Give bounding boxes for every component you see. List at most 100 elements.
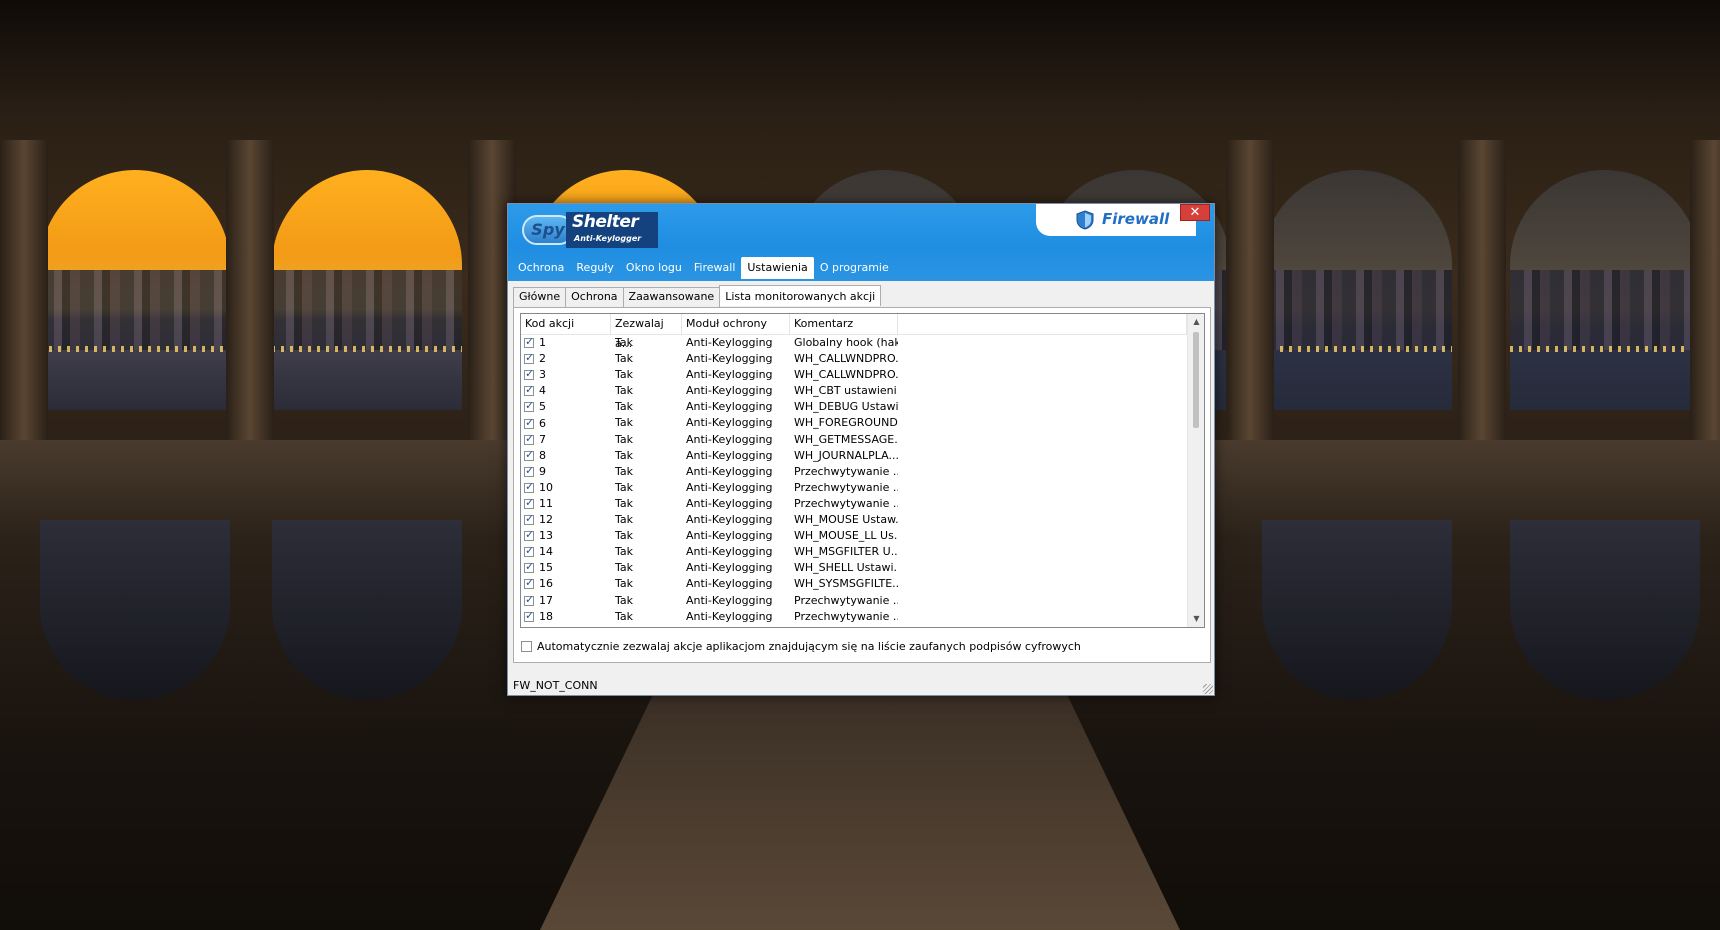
row-checkbox[interactable] — [524, 464, 534, 479]
menu-item-o-programie[interactable]: O programie — [814, 257, 895, 279]
scroll-down-arrow-icon[interactable]: ▼ — [1188, 611, 1204, 627]
row-checkbox[interactable] — [524, 399, 534, 414]
cell-komentarz: WH_MSGFILTER U... — [794, 545, 898, 559]
firewall-status-badge[interactable]: Firewall — [1036, 204, 1196, 236]
table-row[interactable]: 14 Tak Anti-Keylogging WH_MSGFILTER U... — [521, 544, 1187, 560]
cell-modul-ochrony: Anti-Keylogging — [686, 448, 773, 462]
table-row[interactable]: 5 Tak Anti-Keylogging WH_DEBUG Ustawi... — [521, 399, 1187, 415]
cell-zezwalaj: Tak — [615, 416, 634, 430]
table-row[interactable]: 4 Tak Anti-Keylogging WH_CBT ustawieni... — [521, 383, 1187, 399]
table-row[interactable]: 18TakAnti-KeyloggingPrzechwytywanie ... — [521, 609, 1187, 625]
table-row[interactable]: 1 Tak Anti-Keylogging Globalny hook (hak... — [521, 335, 1187, 351]
cell-kod-akcji: 7 — [521, 432, 611, 448]
logo-shelter-text: Shelter — [572, 212, 639, 232]
auto-allow-option[interactable]: Automatycznie zezwalaj akcje aplikacjom … — [521, 638, 1081, 654]
tab-zaawansowane[interactable]: Zaawansowane — [622, 287, 721, 307]
menu-item-okno-logu[interactable]: Okno logu — [620, 257, 688, 279]
cell-code-text: 10 — [539, 480, 553, 494]
wallpaper-arch — [40, 170, 230, 410]
cell-zezwalaj: Tak — [615, 384, 634, 398]
cell-modul-ochrony: Anti-Keylogging — [686, 432, 773, 446]
cell-code-text: 11 — [539, 496, 553, 510]
row-checkbox[interactable] — [524, 415, 534, 431]
auto-allow-checkbox[interactable] — [521, 640, 532, 652]
cell-code-text: 4 — [539, 384, 546, 398]
settings-content: Główne Ochrona Zaawansowane Lista monito… — [508, 281, 1214, 695]
cell-code-text: 9 — [539, 464, 546, 478]
menu-item-ochrona[interactable]: Ochrona — [512, 257, 570, 279]
wallpaper-pillar — [1226, 140, 1274, 440]
table-row[interactable]: 9 Tak Anti-Keylogging Przechwytywanie ... — [521, 464, 1187, 480]
row-checkbox[interactable] — [524, 496, 534, 511]
cell-modul-ochrony: Anti-Keylogging — [686, 480, 773, 494]
window-header[interactable]: Spy Shelter Anti-Keylogger Firewall ✕ Oc… — [508, 204, 1214, 281]
cell-komentarz: WH_SHELL Ustawi... — [794, 561, 898, 575]
table-row[interactable]: 19 TakAnti-KeyloggingPrzechwytywanie ... — [521, 625, 1187, 627]
cell-kod-akcji: 11 — [521, 496, 611, 512]
scroll-up-arrow-icon[interactable]: ▲ — [1188, 314, 1204, 330]
menu-item-reguly[interactable]: Reguły — [570, 257, 620, 279]
table-row[interactable]: 8 Tak Anti-Keylogging WH_JOURNALPLA... — [521, 448, 1187, 464]
cell-zezwalaj: Tak — [615, 480, 634, 494]
table-row[interactable]: 12 Tak Anti-Keylogging WH_MOUSE Ustaw... — [521, 512, 1187, 528]
cell-zezwalaj: Tak — [615, 593, 634, 607]
cell-modul-ochrony: Anti-Keylogging — [686, 513, 773, 527]
tab-ochrona[interactable]: Ochrona — [565, 287, 624, 307]
row-checkbox[interactable] — [524, 544, 534, 559]
row-checkbox[interactable] — [524, 560, 534, 575]
cell-kod-akcji: 10 — [521, 480, 611, 496]
row-checkbox[interactable] — [524, 528, 534, 543]
table-row[interactable]: 7 Tak Anti-Keylogging WH_GETMESSAGE... — [521, 432, 1187, 448]
table-row[interactable]: 2 Tak Anti-Keylogging WH_CALLWNDPRO... — [521, 351, 1187, 367]
shield-icon — [1076, 210, 1094, 230]
auto-allow-label: Automatycznie zezwalaj akcje aplikacjom … — [537, 639, 1081, 653]
table-row[interactable]: 3 Tak Anti-Keylogging WH_CALLWNDPRO... — [521, 367, 1187, 383]
cell-kod-akcji: 18 — [521, 609, 611, 625]
table-scrollbar[interactable]: ▲ ▼ — [1187, 314, 1204, 627]
tab-glowne[interactable]: Główne — [513, 287, 567, 307]
table-row[interactable]: 11 Tak Anti-Keylogging Przechwytywanie ... — [521, 496, 1187, 512]
row-checkbox[interactable] — [524, 351, 534, 366]
cell-kod-akcji: 16 — [521, 576, 611, 592]
column-header-kod-akcji[interactable]: Kod akcji — [521, 314, 611, 334]
row-checkbox[interactable] — [524, 512, 534, 527]
table-row[interactable]: 17 Tak Anti-Keylogging Przechwytywanie ... — [521, 593, 1187, 609]
cell-modul-ochrony: Anti-Keylogging — [686, 609, 773, 623]
cell-zezwalaj: Tak — [615, 561, 634, 575]
row-checkbox[interactable] — [524, 448, 534, 463]
table-row[interactable]: 13 Tak Anti-Keylogging WH_MOUSE_LL Us... — [521, 528, 1187, 544]
table-row[interactable]: 6 Tak Anti-Keylogging WH_FOREGROUND... — [521, 415, 1187, 431]
cell-komentarz: Przechwytywanie ... — [794, 609, 898, 623]
tab-lista-monitorowanych-akcji[interactable]: Lista monitorowanych akcji — [719, 285, 882, 306]
row-checkbox[interactable] — [524, 593, 534, 608]
close-button[interactable]: ✕ — [1180, 204, 1210, 221]
menu-item-ustawienia[interactable]: Ustawienia — [741, 257, 814, 279]
row-checkbox[interactable] — [524, 480, 534, 495]
column-header-empty — [898, 314, 1187, 334]
scroll-thumb[interactable] — [1193, 332, 1199, 428]
row-checkbox[interactable] — [524, 576, 534, 591]
column-header-zezwalaj[interactable]: Zezwalaj a... — [611, 314, 682, 350]
cell-zezwalaj: Tak — [615, 529, 634, 543]
row-checkbox[interactable] — [524, 367, 534, 382]
cell-kod-akcji: 8 — [521, 448, 611, 464]
table-row[interactable]: 10 Tak Anti-Keylogging Przechwytywanie ... — [521, 480, 1187, 496]
status-text: FW_NOT_CONN — [513, 679, 598, 692]
cell-komentarz: WH_FOREGROUND... — [794, 416, 898, 430]
row-checkbox[interactable] — [524, 383, 534, 398]
table-row[interactable]: 15 Tak Anti-Keylogging WH_SHELL Ustawi... — [521, 560, 1187, 576]
menu-item-firewall[interactable]: Firewall — [688, 257, 741, 279]
table-row[interactable]: 16 Tak Anti-Keylogging WH_SYSMSGFILTE... — [521, 576, 1187, 592]
cell-modul-ochrony: Anti-Keylogging — [682, 625, 790, 627]
cell-kod-akcji: 13 — [521, 528, 611, 544]
column-header-komentarz[interactable]: Komentarz — [790, 314, 898, 334]
row-checkbox[interactable] — [524, 335, 534, 350]
cell-kod-akcji: 2 — [521, 351, 611, 367]
row-checkbox[interactable] — [524, 432, 534, 447]
cell-kod-akcji: 3 — [521, 367, 611, 383]
cell-code-text: 15 — [539, 561, 553, 575]
cell-modul-ochrony: Anti-Keylogging — [686, 352, 773, 366]
resize-grip-icon[interactable] — [1203, 684, 1213, 694]
column-header-modul-ochrony[interactable]: Moduł ochrony — [682, 314, 790, 334]
row-checkbox[interactable] — [524, 609, 534, 624]
